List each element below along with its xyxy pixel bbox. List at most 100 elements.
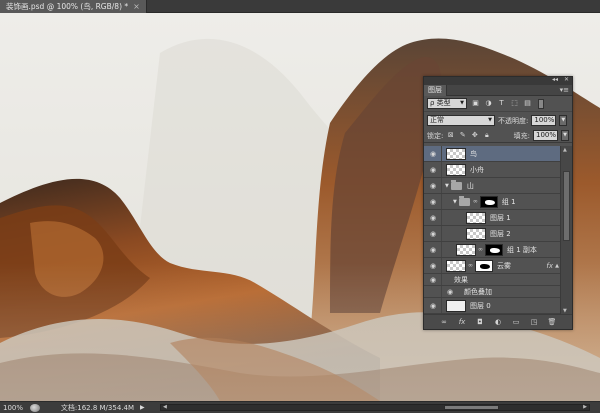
zoom-level[interactable]: 100% — [0, 404, 30, 412]
eye-icon[interactable]: ◉ — [427, 210, 439, 225]
eye-icon[interactable]: ◉ — [427, 226, 439, 241]
panel-footer: ∞ fx ◘ ◐ ▭ ◳ 🗑︎ — [424, 314, 572, 329]
fill-label: 填充: — [513, 131, 530, 140]
layer-row-boat[interactable]: ◉ 小舟 — [424, 162, 561, 178]
effects-toggle-icon[interactable]: ▲ — [555, 263, 559, 269]
smart-object-filter-icon[interactable]: ▤ — [523, 99, 532, 108]
panel-title-bar[interactable]: ◂◂ ✕ — [424, 76, 572, 85]
layer-row-bird[interactable]: ◉ 鸟 — [424, 146, 561, 162]
layer-thumbnail — [466, 211, 486, 224]
effects-label: 效果 — [454, 275, 468, 284]
eye-icon[interactable]: ◉ — [427, 162, 439, 177]
layer-name: 图层 2 — [490, 229, 511, 238]
globe-icon — [30, 403, 40, 412]
document-tab-bar: 装饰画.psd @ 100% (鸟, RGB/8) * × — [0, 0, 600, 13]
lock-row: 锁定: ⊠ ✎ ✥ 🔒︎ 填充: 100% ▼ — [424, 129, 572, 143]
layer-name: 组 1 副本 — [507, 245, 537, 254]
scroll-right-icon[interactable]: ▶ — [583, 404, 587, 410]
link-layers-icon[interactable]: ∞ — [440, 318, 449, 327]
adjustment-filter-icon[interactable]: ◑ — [484, 99, 493, 108]
layer-mask-thumbnail — [485, 243, 503, 256]
layer-name: 图层 0 — [470, 301, 491, 310]
link-icon: ∞ — [468, 262, 473, 269]
layer-row-layer-0[interactable]: ◉ 图层 0 — [424, 298, 561, 314]
document-info: 文档:162.8 M/354.4M — [60, 403, 134, 412]
layer-group-mountain[interactable]: ◉ ▼ 山 — [424, 178, 561, 194]
eye-icon[interactable]: ◉ — [427, 298, 439, 313]
image-filter-icon[interactable]: ▣ — [471, 99, 480, 108]
lock-all-icon[interactable]: 🔒︎ — [482, 131, 491, 140]
adjustment-layer-icon[interactable]: ◐ — [494, 318, 503, 327]
eye-icon[interactable]: ◉ — [427, 178, 439, 193]
new-layer-icon[interactable]: ◳ — [530, 318, 539, 327]
delete-layer-icon[interactable]: 🗑︎ — [548, 318, 557, 327]
layer-thumbnail — [446, 299, 466, 312]
add-mask-icon[interactable]: ◘ — [476, 318, 485, 327]
lock-pixels-icon[interactable]: ✎ — [458, 131, 467, 140]
filter-kind-select[interactable]: ρ 类型 ▼ — [427, 98, 467, 109]
eye-icon[interactable]: ◉ — [427, 194, 439, 209]
filter-toggle-switch[interactable] — [538, 98, 544, 109]
layers-list: ◉ 鸟 ◉ 小舟 ◉ ▼ 山 ◉ ▼ ∞ 组 1 ◉ 图层 1 ◉ 图层 2 ◉… — [424, 146, 561, 315]
layer-thumbnail — [446, 259, 466, 272]
layer-row-layer-2[interactable]: ◉ 图层 2 — [424, 226, 561, 242]
status-bar: 100% 文档:162.8 M/354.4M ▶ ◀ ▶ — [0, 401, 600, 413]
fx-icon[interactable]: fx — [458, 318, 467, 327]
document-tab[interactable]: 装饰画.psd @ 100% (鸟, RGB/8) * × — [0, 0, 147, 13]
fx-icon[interactable]: fx — [546, 262, 553, 270]
blend-mode-select[interactable]: 正常 ▼ — [427, 115, 495, 126]
panel-menu-icon[interactable]: ▾≡ — [560, 85, 569, 96]
lock-label: 锁定: — [427, 131, 444, 140]
tab-layers[interactable]: 图层 — [424, 85, 447, 96]
opacity-dropdown-icon[interactable]: ▼ — [559, 115, 568, 126]
lock-transparency-icon[interactable]: ⊠ — [446, 131, 455, 140]
layers-panel: ◂◂ ✕ 图层 ▾≡ ρ 类型 ▼ ▣ ◑ T ⬚ ▤ 正常 ▼ 不透明度: 100… — [423, 76, 573, 330]
layer-name: 图层 1 — [490, 213, 511, 222]
blend-row: 正常 ▼ 不透明度: 100% ▼ — [424, 112, 572, 129]
document-tab-title: 装饰画.psd @ 100% (鸟, RGB/8) * — [6, 2, 129, 11]
layer-name: 小舟 — [470, 165, 484, 174]
scroll-up-icon[interactable]: ▲ — [563, 147, 567, 153]
expand-triangle-icon[interactable]: ▼ — [453, 199, 457, 205]
opacity-input[interactable]: 100% — [531, 115, 557, 126]
text-filter-icon[interactable]: T — [497, 99, 506, 108]
collapse-panel-icon[interactable]: ◂◂ — [552, 76, 558, 83]
scroll-left-icon[interactable]: ◀ — [163, 404, 167, 410]
layer-row-layer-1[interactable]: ◉ 图层 1 — [424, 210, 561, 226]
layer-mask-thumbnail — [479, 195, 498, 208]
layer-row-cloud[interactable]: ◉ ∞ 云雾 fx ▲ — [424, 258, 561, 274]
panel-tab-row: 图层 ▾≡ — [424, 85, 572, 96]
eye-icon[interactable]: ◉ — [444, 286, 456, 297]
layer-filter-row: ρ 类型 ▼ ▣ ◑ T ⬚ ▤ — [424, 96, 572, 112]
horizontal-scrollbar[interactable]: ◀ ▶ — [160, 404, 590, 411]
eye-icon[interactable]: ◉ — [427, 274, 439, 285]
eye-icon[interactable]: ◉ — [427, 146, 439, 161]
color-overlay-row[interactable]: ◉ 颜色叠加 — [424, 286, 561, 298]
eye-icon[interactable]: ◉ — [427, 242, 439, 257]
layer-name: 山 — [466, 181, 474, 190]
layer-thumbnail — [456, 243, 476, 256]
layers-scrollbar[interactable]: ▲ ▼ — [560, 146, 572, 315]
effects-row[interactable]: ◉ 效果 — [424, 274, 561, 286]
opacity-label: 不透明度: — [498, 116, 529, 125]
expand-triangle-icon[interactable]: ▼ — [445, 183, 449, 189]
scrollbar-thumb[interactable] — [444, 405, 499, 410]
layer-name: 云雾 — [497, 261, 511, 270]
shape-filter-icon[interactable]: ⬚ — [510, 99, 519, 108]
new-group-icon[interactable]: ▭ — [512, 318, 521, 327]
close-panel-icon[interactable]: ✕ — [564, 76, 569, 83]
eye-icon[interactable]: ◉ — [427, 258, 439, 273]
layer-thumbnail — [466, 227, 486, 240]
layer-group-1[interactable]: ◉ ▼ ∞ 组 1 — [424, 194, 561, 210]
folder-icon — [450, 179, 462, 190]
status-menu-arrow-icon[interactable]: ▶ — [140, 404, 145, 411]
layer-name: 鸟 — [470, 149, 477, 158]
lock-position-icon[interactable]: ✥ — [470, 131, 479, 140]
folder-icon — [458, 195, 470, 206]
fill-input[interactable]: 100% — [533, 130, 558, 141]
scrollbar-thumb[interactable] — [563, 171, 570, 241]
layer-row-group-1-copy[interactable]: ◉ ∞ 组 1 副本 — [424, 242, 561, 258]
close-icon[interactable]: × — [133, 2, 140, 11]
link-icon: ∞ — [478, 246, 483, 253]
fill-dropdown-icon[interactable]: ▼ — [561, 130, 569, 141]
